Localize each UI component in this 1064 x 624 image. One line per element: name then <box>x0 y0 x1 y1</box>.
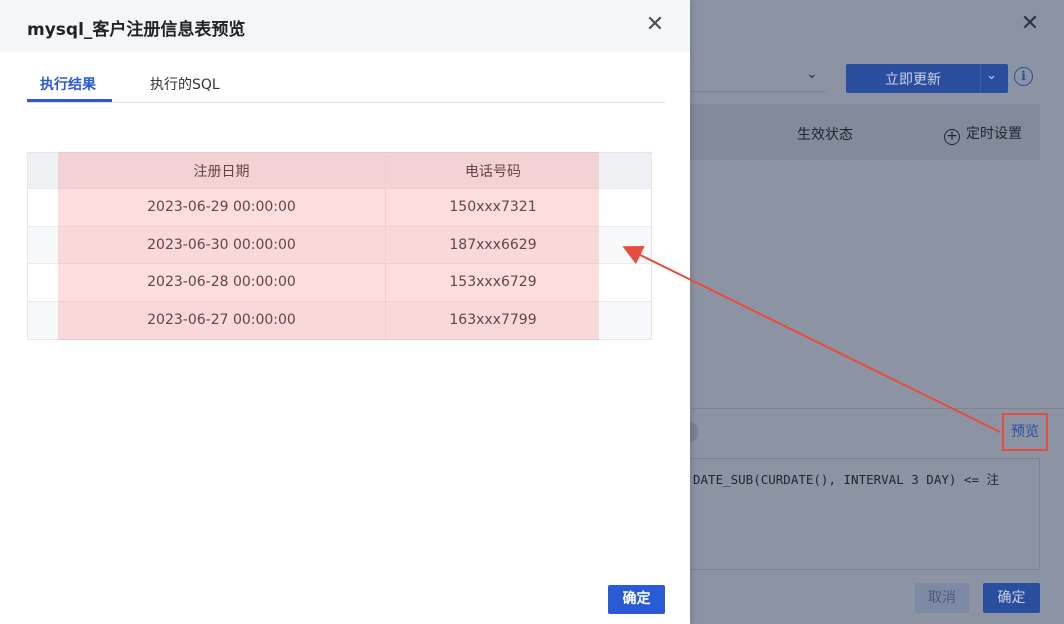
update-now-button[interactable]: 立即更新 ⌄ <box>846 64 1008 93</box>
cell-date: 2023-06-29 00:00:00 <box>147 199 296 216</box>
plus-circle-icon: + <box>944 129 960 145</box>
toggle-switch[interactable] <box>690 422 698 442</box>
schedule-label: 定时设置 <box>966 126 1022 142</box>
button-separator <box>980 64 981 93</box>
ok-button[interactable]: 确定 <box>608 585 665 614</box>
active-tab-indicator <box>27 99 112 102</box>
table-row: 2023-06-29 00:00:00 150xxx7321 <box>28 189 651 227</box>
info-icon[interactable]: i <box>1014 67 1033 86</box>
table-row: 2023-06-30 00:00:00 187xxx6629 <box>28 226 651 264</box>
modal-title: mysql_客户注册信息表预览 <box>27 20 246 40</box>
close-icon[interactable]: ✕ <box>645 14 665 36</box>
result-table: 注册日期 电话号码 2023-06-29 00:00:00 150xxx7321… <box>27 152 652 340</box>
update-now-label: 立即更新 <box>885 72 941 88</box>
confirm-button[interactable]: 确定 <box>983 583 1040 613</box>
tab-executed-sql[interactable]: 执行的SQL <box>150 74 220 94</box>
status-column-header: 生效状态 <box>797 127 853 143</box>
table-row: 2023-06-28 00:00:00 153xxx6729 <box>28 264 651 302</box>
cancel-button[interactable]: 取消 <box>915 583 969 613</box>
preview-link[interactable]: 预览 <box>1002 413 1048 451</box>
background-select[interactable]: ⌄ <box>690 64 826 92</box>
tab-execution-results[interactable]: 执行结果 <box>40 74 96 94</box>
sql-text: DATE_SUB(CURDATE(), INTERVAL 3 DAY) <= 注 <box>693 472 999 487</box>
cell-date: 2023-06-28 00:00:00 <box>147 274 296 291</box>
cell-phone: 150xxx7321 <box>385 189 600 226</box>
schedule-button[interactable]: + 定时设置 <box>944 123 1022 145</box>
cell-phone: 187xxx6629 <box>385 226 600 263</box>
modal-header: mysql_客户注册信息表预览 ✕ <box>0 0 690 52</box>
cell-date: 2023-06-30 00:00:00 <box>147 236 296 253</box>
table-header-row: 注册日期 电话号码 <box>28 153 651 189</box>
cell-date: 2023-06-27 00:00:00 <box>147 312 296 329</box>
tab-bar: 执行结果 执行的SQL <box>27 62 665 103</box>
chevron-down-icon[interactable]: ⌄ <box>986 68 997 83</box>
cell-phone: 163xxx7799 <box>385 301 600 339</box>
cell-phone: 153xxx6729 <box>385 264 600 301</box>
divider <box>690 408 1064 409</box>
header-phone-number: 电话号码 <box>385 153 600 188</box>
chevron-down-icon: ⌄ <box>806 66 818 82</box>
preview-modal: mysql_客户注册信息表预览 ✕ 执行结果 执行的SQL 注册日期 电话号码 … <box>0 0 690 624</box>
header-registration-date: 注册日期 <box>193 163 250 180</box>
background-close-icon[interactable]: ✕ <box>1020 13 1040 35</box>
table-row: 2023-06-27 00:00:00 163xxx7799 <box>28 301 651 339</box>
